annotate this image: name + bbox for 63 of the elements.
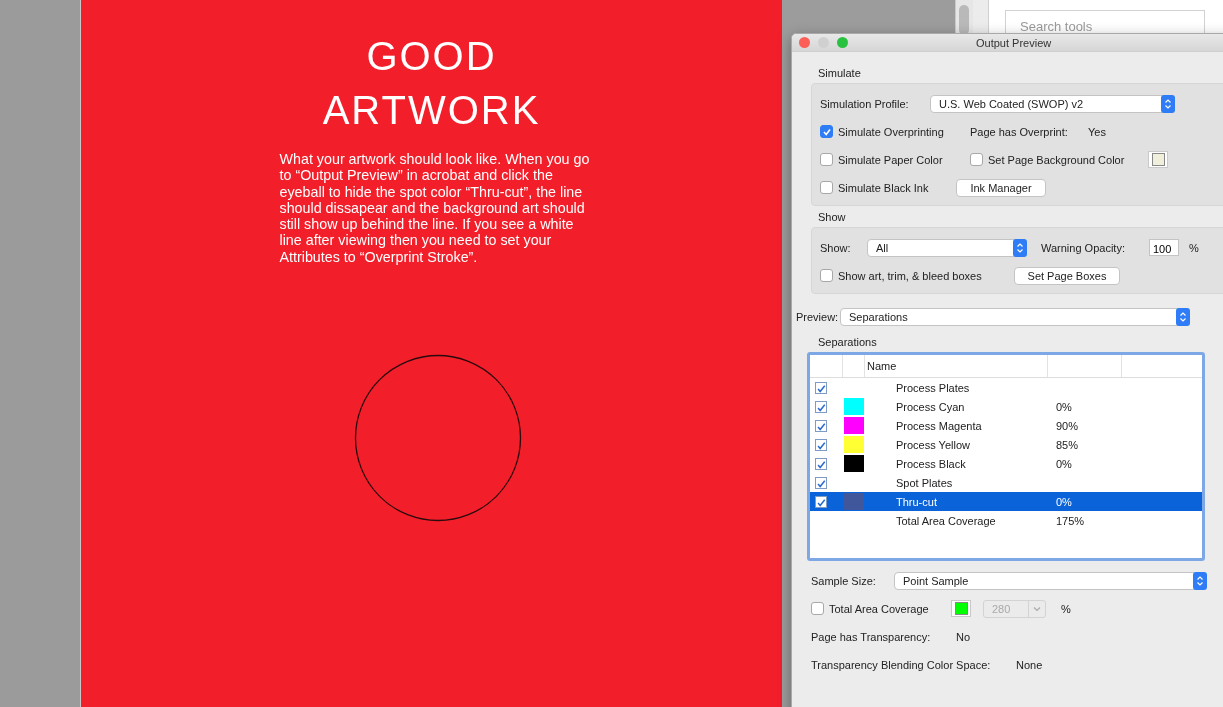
checkbox[interactable]: Show art, trim, & bleed boxes [820, 269, 1014, 282]
unit-label: % [1189, 241, 1199, 254]
separation-row[interactable]: Process Yellow 85% [810, 435, 1202, 454]
show-dropdown[interactable]: All [867, 238, 1027, 257]
checkbox[interactable] [815, 419, 827, 432]
stepper-icon [1013, 238, 1027, 257]
field-value: Yes [1088, 125, 1106, 138]
coverage-value: 90% [1056, 419, 1079, 432]
separation-row[interactable]: Spot Plates [810, 473, 1202, 492]
coverage-combo: 280 [983, 599, 1046, 618]
section-label: Separations [818, 336, 877, 348]
checkbox[interactable]: Total Area Coverage [811, 602, 951, 615]
window-title: Output Preview [976, 37, 1052, 49]
preview-dropdown[interactable]: Separations [840, 307, 1190, 326]
checkbox[interactable] [815, 381, 827, 394]
profile-dropdown[interactable]: U.S. Web Coated (SWOP) v2 [930, 94, 1175, 113]
checkbox[interactable] [815, 457, 827, 470]
field-label: Page has Overprint: [970, 125, 1069, 138]
section-label: Simulate [818, 67, 861, 79]
separation-row[interactable]: Thru-cut 0% [810, 492, 1202, 511]
separation-row[interactable]: Process Black 0% [810, 454, 1202, 473]
ink-manager-button[interactable]: Ink Manager [956, 178, 1046, 197]
separation-row[interactable]: Process Plates [810, 378, 1202, 397]
color-well[interactable] [1148, 151, 1168, 168]
column-header[interactable]: Name [865, 355, 1048, 377]
color-well[interactable] [951, 600, 971, 617]
stepper-icon [1193, 571, 1207, 590]
field-label: Page has Transparency: [811, 630, 932, 643]
ink-name: Process Plates [895, 381, 971, 394]
checkbox[interactable]: Simulate Overprinting [820, 125, 970, 138]
coverage-value: 85% [1056, 438, 1079, 451]
coverage-value: 0% [1056, 457, 1072, 470]
section-label: Show [818, 211, 846, 223]
checkbox[interactable]: Simulate Black Ink [820, 181, 956, 194]
separation-row[interactable]: Process Magenta 90% [810, 416, 1202, 435]
checkbox[interactable] [815, 476, 827, 489]
checkbox[interactable]: Set Page Background Color [970, 153, 1148, 166]
field-label: Preview: [796, 309, 840, 324]
stepper-icon [1176, 307, 1190, 326]
checkbox[interactable]: Simulate Paper Color [820, 153, 970, 166]
field-value: No [956, 630, 971, 643]
field-label: Warning Opacity: [1041, 241, 1126, 254]
unit-label: % [1061, 602, 1071, 615]
coverage-value: 0% [1056, 400, 1072, 413]
sample-size-dropdown[interactable]: Point Sample [894, 571, 1207, 590]
field-label: Transparency Blending Color Space: [811, 658, 992, 671]
checkmark-icon [821, 126, 832, 137]
separation-row[interactable]: Process Cyan 0% [810, 397, 1202, 416]
artwork-heading: GOOD ARTWORK [322, 33, 541, 134]
ink-name: Spot Plates [895, 476, 954, 489]
checkbox[interactable] [815, 400, 827, 413]
coverage-value: 0% [1056, 495, 1072, 508]
opacity-field[interactable]: 100 [1149, 239, 1179, 256]
instructions-paragraph: What your artwork should look like. When you go to “Output Preview” in acrobat and click the eyeball to hide the spot color “Thru-cut”, the line should dissapear and the background art should still show up behind the line. If you see a white line after viewing then you need to set your Attributes to “Overprint Stroke”. [279, 151, 591, 266]
field-label: Sample Size: [811, 574, 877, 587]
checkbox[interactable] [815, 438, 827, 451]
set-page-boxes-button[interactable]: Set Page Boxes [1014, 266, 1120, 285]
field-label: Show: [820, 241, 852, 254]
field-label: Simulation Profile: [820, 97, 910, 110]
field-value: None [1016, 658, 1043, 671]
coverage-value: 175% [1056, 514, 1085, 527]
checkbox[interactable] [815, 495, 827, 508]
stepper-icon [1161, 94, 1175, 113]
